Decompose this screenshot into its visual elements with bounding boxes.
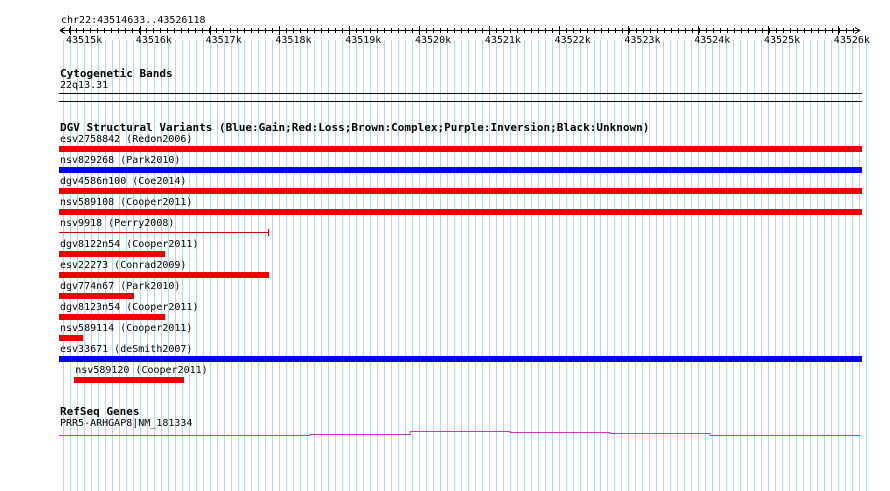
variant-label[interactable]: nsv589114 (Cooper2011) — [60, 323, 192, 334]
variant-label[interactable]: esv22273 (Conrad2009) — [60, 260, 186, 271]
variant-bar[interactable] — [59, 232, 270, 233]
variant-label[interactable]: esv2758842 (Redon2006) — [60, 134, 192, 145]
ruler-tick-label: 43521k — [484, 35, 521, 46]
variant-label[interactable]: esv33671 (deSmith2007) — [60, 344, 192, 355]
ruler-tick-label: 43522k — [554, 35, 591, 46]
refseq-track-title: RefSeq Genes — [60, 405, 140, 418]
variant-end-cap — [268, 229, 270, 236]
variant-label[interactable]: nsv829268 (Park2010) — [60, 155, 180, 166]
ruler-tick-label: 43515k — [66, 35, 103, 46]
variant-bar[interactable] — [59, 356, 862, 362]
ruler-tick-label: 43517k — [205, 35, 242, 46]
variant-label[interactable]: dgv774n67 (Park2010) — [60, 281, 180, 292]
variant-label[interactable]: nsv589108 (Cooper2011) — [60, 197, 192, 208]
variant-bar[interactable] — [59, 209, 862, 215]
ruler-tick-label: 43519k — [345, 35, 382, 46]
ruler-tick-label: 43520k — [415, 35, 452, 46]
ruler-tick-label: 43524k — [694, 35, 731, 46]
variant-bar[interactable] — [59, 167, 862, 173]
variant-label[interactable]: dgv8122n54 (Cooper2011) — [60, 239, 198, 250]
variant-bar[interactable] — [74, 377, 185, 383]
ruler-tick-label: 43526k — [833, 35, 870, 46]
variant-label[interactable]: dgv8123n54 (Cooper2011) — [60, 302, 198, 313]
cytoband-label: 22q13.31 — [60, 80, 109, 91]
variant-label[interactable]: dgv4586n100 (Coe2014) — [60, 176, 186, 187]
variant-label[interactable]: nsv589120 (Cooper2011) — [75, 365, 207, 376]
ruler-tick-label: 43525k — [764, 35, 801, 46]
variant-bar[interactable] — [59, 293, 134, 299]
cytoband-line-top — [59, 93, 862, 94]
ruler-tick-label: 43518k — [275, 35, 312, 46]
cytoband-track-title: Cytogenetic Bands — [60, 67, 173, 80]
ruler-tick-label: 43516k — [135, 35, 172, 46]
variant-bar[interactable] — [59, 188, 862, 194]
variant-label[interactable]: nsv9918 (Perry2008) — [60, 218, 174, 229]
refseq-gene-feature[interactable] — [0, 426, 890, 438]
dgv-track-title: DGV Structural Variants (Blue:Gain;Red:L… — [60, 121, 650, 134]
ruler-tick-label: 43523k — [624, 35, 661, 46]
variant-bar[interactable] — [59, 272, 270, 278]
gene-line — [59, 431, 860, 436]
variant-bar[interactable] — [59, 335, 84, 341]
variant-bar[interactable] — [59, 146, 862, 152]
variant-bar[interactable] — [59, 314, 165, 320]
variant-bar[interactable] — [59, 251, 165, 257]
cytoband-line-bottom — [59, 101, 862, 102]
